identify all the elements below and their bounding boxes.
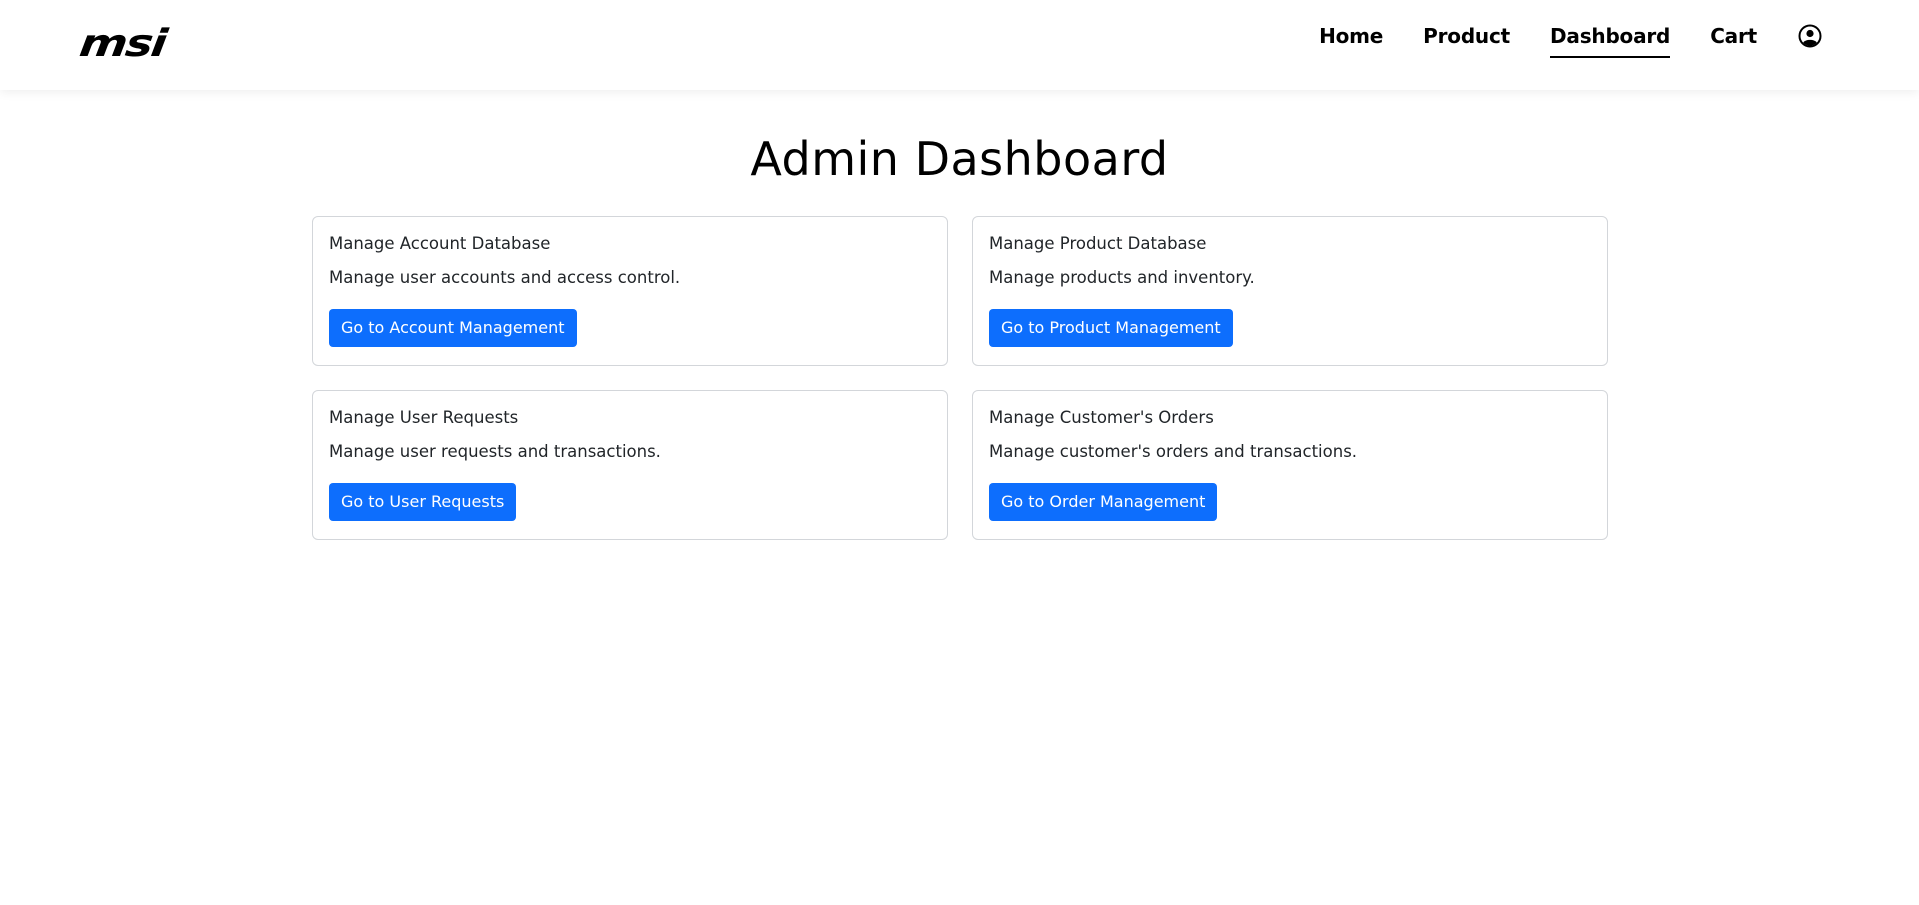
- go-to-account-management-button[interactable]: Go to Account Management: [329, 309, 577, 347]
- go-to-order-management-button[interactable]: Go to Order Management: [989, 483, 1218, 521]
- card-title: Manage Customer's Orders: [989, 408, 1214, 427]
- account-database-card: Manage Account Database Manage user acco…: [312, 216, 948, 366]
- nav-product-link[interactable]: Product: [1423, 24, 1510, 48]
- card-description: Manage customer's orders and transaction…: [989, 442, 1358, 461]
- customer-orders-card: Manage Customer's Orders Manage customer…: [972, 390, 1608, 540]
- user-requests-card: Manage User Requests Manage user request…: [312, 390, 948, 540]
- nav-cart-link[interactable]: Cart: [1710, 24, 1757, 48]
- msi-logo[interactable]: msi: [76, 20, 169, 66]
- card-description: Manage user requests and transactions.: [329, 442, 661, 461]
- site-header: msi Home Product Dashboard Cart: [0, 0, 1919, 90]
- nav-home-link[interactable]: Home: [1319, 24, 1383, 48]
- card-description: Manage user accounts and access control.: [329, 268, 681, 287]
- logo-text: msi: [76, 20, 169, 66]
- main-nav: Home Product Dashboard Cart: [1279, 0, 1823, 72]
- go-to-product-management-button[interactable]: Go to Product Management: [989, 309, 1233, 347]
- card-title: Manage User Requests: [329, 408, 519, 427]
- go-to-user-requests-button[interactable]: Go to User Requests: [329, 483, 517, 521]
- card-title: Manage Product Database: [989, 234, 1207, 253]
- page-title: Admin Dashboard: [750, 132, 1169, 186]
- card-description: Manage products and inventory.: [989, 268, 1255, 287]
- user-circle-icon[interactable]: [1797, 23, 1823, 49]
- dashboard-grid: Manage Account Database Manage user acco…: [312, 216, 1609, 540]
- card-title: Manage Account Database: [329, 234, 551, 253]
- product-database-card: Manage Product Database Manage products …: [972, 216, 1608, 366]
- nav-dashboard-link[interactable]: Dashboard: [1550, 24, 1670, 58]
